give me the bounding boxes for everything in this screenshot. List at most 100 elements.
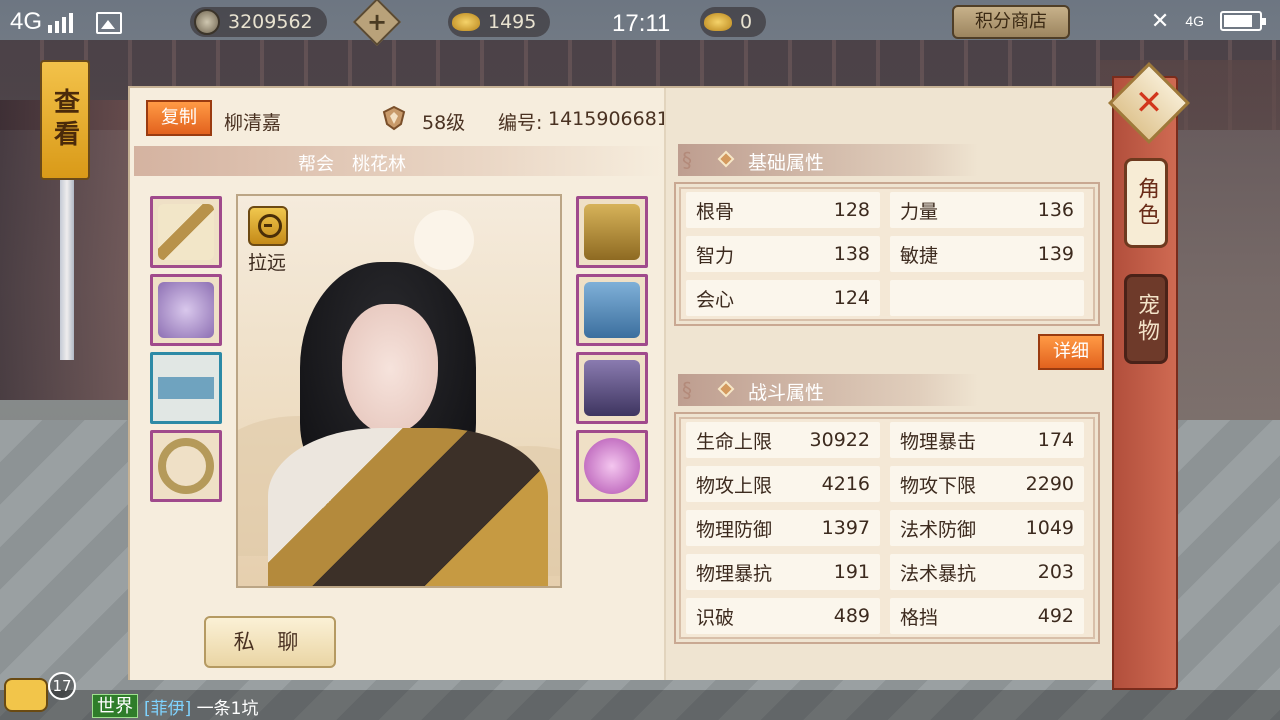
chat-text: 一条1坑 [196, 699, 259, 719]
stat-value: 174 [1037, 429, 1074, 451]
copper-amount: 3209562 [228, 11, 313, 33]
mute-icon: ✕ [1150, 8, 1170, 33]
stat-name: 根骨 [696, 200, 735, 223]
chat-message[interactable]: [菲伊] 一条1坑 [144, 694, 259, 719]
player-id-label: 编号: [498, 112, 543, 134]
stat-name: 识破 [696, 606, 735, 629]
zoom-out-icon[interactable] [248, 206, 288, 246]
guild-name: 桃花林 [352, 154, 406, 175]
stat-value: 489 [833, 605, 870, 627]
equip-slot-helmet[interactable] [576, 196, 648, 268]
basic-attrs-header: § 基础属性 [678, 144, 978, 176]
robe-icon [158, 282, 214, 338]
stat-cell: 智力 138 [686, 236, 880, 272]
tab-pet[interactable]: 宠物 [1124, 274, 1168, 364]
stat-value: 191 [833, 561, 870, 583]
character-inspect-panel: 复制 柳清嘉 58级 编号: 1415906681 帮会 桃花林 拉远 私 聊 … [128, 86, 1112, 680]
network-indicator: 4G [10, 8, 74, 36]
equip-slot-pendant[interactable] [576, 430, 648, 502]
equip-slot-belt[interactable] [150, 352, 222, 424]
ingot-icon [704, 13, 732, 31]
zoom-out-label[interactable]: 拉远 [248, 248, 286, 275]
equip-slot-robe[interactable] [150, 274, 222, 346]
detail-button[interactable]: 详细 [1038, 334, 1104, 370]
equip-slot-pants[interactable] [576, 274, 648, 346]
stat-name: 力量 [900, 200, 939, 223]
stat-value: 1049 [1025, 517, 1074, 539]
points-shop-button[interactable]: 积分商店 [952, 5, 1070, 39]
stat-value: 30922 [809, 429, 870, 451]
stat-name: 智力 [696, 244, 735, 267]
combat-attrs-grid: 生命上限 30922 物理暴击 174 物攻上限 4216 物攻下限 2290 物理防御 1397… [686, 422, 1088, 634]
banner-tassel [60, 180, 74, 360]
stat-value: 124 [833, 287, 870, 309]
stat-value: 4216 [821, 473, 870, 495]
character-pane: 复制 柳清嘉 58级 编号: 1415906681 帮会 桃花林 拉远 私 聊 [130, 88, 669, 680]
guild-bar: 帮会 桃花林 [134, 146, 662, 176]
stat-value: 139 [1037, 243, 1074, 265]
stat-name: 物攻上限 [696, 474, 773, 497]
player-name: 柳清嘉 [224, 112, 282, 134]
equip-slot-ring[interactable] [150, 430, 222, 502]
sword-icon [158, 204, 214, 260]
chat-sender-tag: [菲伊] [144, 699, 192, 719]
gold-currency: 1495 [448, 7, 551, 37]
stat-cell: 力量 136 [890, 192, 1084, 228]
stat-cell: 格挡 492 [890, 598, 1084, 634]
network-type: 4G [10, 8, 43, 35]
combat-attrs-header: § 战斗属性 [678, 374, 978, 406]
stat-value: 136 [1037, 199, 1074, 221]
cloud-ornament-icon: § [682, 378, 692, 402]
ingot-currency: 0 [700, 7, 767, 37]
ingot-amount: 0 [740, 11, 753, 33]
signal-icon [48, 11, 74, 33]
stat-name: 物理防御 [696, 518, 773, 541]
character-face [342, 304, 438, 434]
stat-cell: 根骨 128 [686, 192, 880, 228]
boots-icon [584, 360, 640, 416]
diamond-icon [717, 150, 735, 168]
plus-icon: + [366, 8, 388, 36]
pendant-icon [584, 438, 640, 494]
stat-name: 敏捷 [900, 244, 939, 267]
equip-slot-boots[interactable] [576, 352, 648, 424]
helmet-icon [584, 204, 640, 260]
image-notification-icon [96, 12, 122, 34]
equip-slot-weapon[interactable] [150, 196, 222, 268]
character-armor [268, 428, 548, 586]
stat-name: 物理暴抗 [696, 562, 773, 585]
private-chat-button[interactable]: 私 聊 [204, 616, 336, 668]
belt-icon [158, 360, 214, 416]
view-banner: 查看 [40, 60, 90, 180]
combat-attrs-box: 生命上限 30922 物理暴击 174 物攻上限 4216 物攻下限 2290 物理防御 1397… [674, 412, 1100, 644]
stat-name: 会心 [696, 288, 735, 311]
pants-icon [584, 282, 640, 338]
stat-cell: 物攻上限 4216 [686, 466, 880, 502]
tab-role[interactable]: 角色 [1124, 158, 1168, 248]
stat-cell: 生命上限 30922 [686, 422, 880, 458]
stat-cell: 敏捷 139 [890, 236, 1084, 272]
moon-decoration [414, 210, 474, 270]
attributes-pane: § 基础属性 根骨 128 力量 136 智力 138 敏捷 139 会心 124 详细 § 战斗… [664, 88, 1112, 680]
stat-name: 生命上限 [696, 430, 773, 453]
gold-amount: 1495 [488, 11, 537, 33]
stat-cell: 物攻下限 2290 [890, 466, 1084, 502]
guild-label: 帮会 [298, 154, 334, 175]
stat-cell: 物理暴击 174 [890, 422, 1084, 458]
player-id: 1415906681 [548, 108, 669, 130]
basic-attrs-grid: 根骨 128 力量 136 智力 138 敏捷 139 会心 124 [686, 192, 1088, 316]
stat-cell: 法术防御 1049 [890, 510, 1084, 546]
player-level: 58级 [422, 112, 466, 134]
right-network-type: 4G [1185, 13, 1204, 29]
unread-count-badge: 17 [48, 672, 76, 700]
cloud-ornament-icon: § [682, 148, 692, 172]
stat-cell: 物理防御 1397 [686, 510, 880, 546]
chat-bubble-icon[interactable] [4, 678, 48, 712]
stat-value: 203 [1037, 561, 1074, 583]
copy-button[interactable]: 复制 [146, 100, 212, 136]
stat-name: 法术暴抗 [900, 562, 977, 585]
diamond-icon [717, 380, 735, 398]
battery-icon [1220, 11, 1266, 31]
stat-cell [890, 280, 1084, 316]
stat-name: 法术防御 [900, 518, 977, 541]
